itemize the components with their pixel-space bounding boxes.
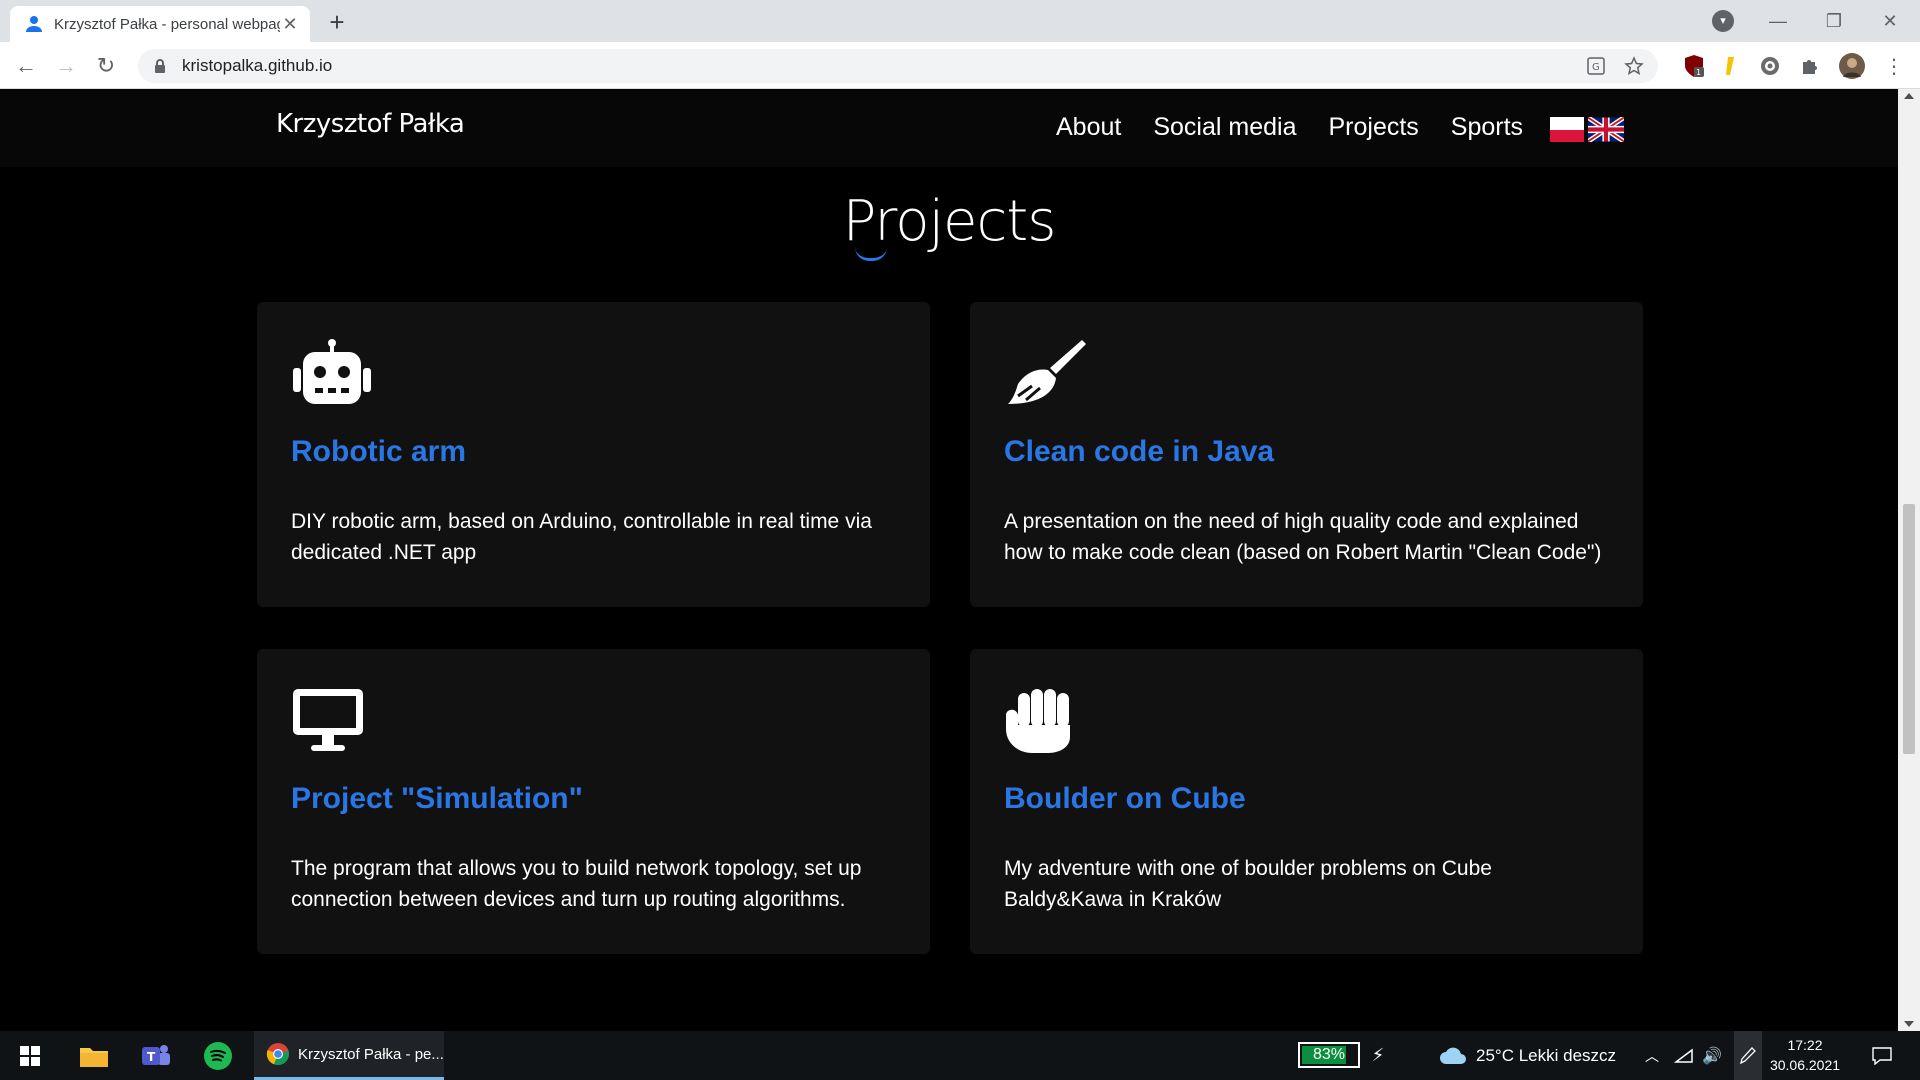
browser-menu-icon[interactable]: ⋮ [1880, 52, 1908, 80]
project-title[interactable]: Project "Simulation" [291, 782, 583, 816]
site-brand[interactable]: Krzysztof Pałka [276, 109, 465, 139]
scroll-up-icon[interactable] [1904, 93, 1914, 99]
reload-icon[interactable]: ↻ [90, 50, 122, 82]
windows-taskbar: T Krzysztof Pałka - pe... 83% ⚡ 25°C Lek… [0, 1031, 1920, 1080]
nav-link-projects[interactable]: Projects [1328, 113, 1418, 142]
fist-icon [1006, 689, 1070, 753]
close-window-icon[interactable]: ✕ [1862, 0, 1918, 42]
weather-cloud-icon[interactable] [1436, 1031, 1470, 1080]
clock-time: 17:22 [1787, 1037, 1823, 1053]
browser-tab-strip: Krzysztof Pałka - personal webpage ✕ + ▾… [0, 0, 1920, 42]
network-icon[interactable] [1672, 1031, 1696, 1080]
uk-flag-icon[interactable] [1588, 117, 1624, 142]
battery-percentage: 83% [1312, 1046, 1346, 1063]
file-explorer-icon[interactable] [72, 1031, 116, 1080]
project-title[interactable]: Boulder on Cube [1004, 782, 1246, 816]
back-icon[interactable]: ← [10, 50, 42, 82]
site-navbar: Krzysztof Pałka About Social media Proje… [0, 89, 1898, 167]
svg-text:1: 1 [1696, 68, 1701, 77]
forward-icon[interactable]: → [50, 50, 82, 82]
person-icon [24, 14, 44, 34]
tab-title: Krzysztof Pałka - personal webpage [54, 15, 280, 33]
project-card-simulation[interactable]: Project "Simulation" The program that al… [257, 649, 930, 954]
project-description: The program that allows you to build net… [291, 857, 862, 911]
page-viewport: Krzysztof Pałka About Social media Proje… [0, 89, 1898, 1031]
project-card-boulder[interactable]: Boulder on Cube My adventure with one of… [970, 649, 1643, 954]
svg-text:G: G [1592, 62, 1600, 73]
project-card-robotic-arm[interactable]: Robotic arm DIY robotic arm, based on Ar… [257, 302, 930, 607]
page-scrollbar[interactable] [1898, 89, 1920, 1031]
taskbar-chrome-window[interactable]: Krzysztof Pałka - pe... [254, 1031, 444, 1080]
title-underline-decoration [855, 247, 887, 261]
battery-indicator[interactable]: 83% [1298, 1042, 1360, 1068]
windows-start-icon[interactable] [10, 1031, 50, 1080]
project-title[interactable]: Clean code in Java [1004, 435, 1274, 469]
translate-icon[interactable]: G [1586, 56, 1606, 76]
profile-avatar[interactable] [1838, 52, 1866, 80]
section-title: Projects [842, 189, 1057, 254]
browser-tab[interactable]: Krzysztof Pałka - personal webpage ✕ [10, 6, 310, 42]
notifications-icon[interactable] [1864, 1031, 1900, 1080]
restore-icon[interactable]: ❐ [1806, 0, 1862, 42]
url-text: kristopalka.github.io [182, 56, 333, 75]
clock-date: 30.06.2021 [1769, 1057, 1841, 1073]
nav-links: About Social media Projects Sports [1056, 113, 1523, 142]
minimize-icon[interactable]: — [1750, 0, 1806, 42]
broom-icon [1008, 340, 1086, 404]
project-title[interactable]: Robotic arm [291, 435, 466, 469]
browser-toolbar: ← → ↻ kristopalka.github.io G 1 ⋮ [0, 42, 1920, 89]
nav-link-sports[interactable]: Sports [1451, 113, 1523, 142]
project-description: A presentation on the need of high quali… [1004, 510, 1602, 564]
taskbar-clock[interactable]: 17:22 30.06.2021 [1760, 1035, 1850, 1075]
ublock-extension-icon[interactable]: 1 [1680, 52, 1708, 80]
polish-flag-icon[interactable] [1550, 117, 1584, 142]
volume-icon[interactable]: 🔊 [1700, 1031, 1724, 1080]
new-tab-button[interactable]: + [322, 8, 352, 38]
lock-icon [155, 59, 165, 73]
extensions-puzzle-icon[interactable] [1796, 52, 1824, 80]
bookmark-star-icon[interactable] [1624, 56, 1644, 76]
scrollbar-thumb[interactable] [1903, 504, 1915, 754]
spotify-icon[interactable] [196, 1031, 240, 1080]
yellow-extension-icon[interactable] [1716, 52, 1744, 80]
nav-link-about[interactable]: About [1056, 113, 1121, 142]
tab-close-icon[interactable]: ✕ [280, 14, 300, 34]
address-bar[interactable]: kristopalka.github.io G [138, 49, 1658, 83]
project-description: DIY robotic arm, based on Arduino, contr… [291, 510, 872, 564]
tab-search-icon[interactable]: ▾ [1712, 10, 1734, 32]
nav-link-social-media[interactable]: Social media [1153, 113, 1296, 142]
teams-icon[interactable]: T [134, 1031, 178, 1080]
power-plug-icon: ⚡ [1371, 1045, 1385, 1065]
chrome-icon [266, 1043, 289, 1066]
globe-extension-icon[interactable] [1756, 52, 1784, 80]
weather-text[interactable]: 25°C Lekki deszcz [1476, 1031, 1626, 1080]
svg-text:T: T [147, 1050, 156, 1064]
pen-workspace-icon[interactable] [1734, 1031, 1762, 1080]
project-card-clean-code[interactable]: Clean code in Java A presentation on the… [970, 302, 1643, 607]
project-description: My adventure with one of boulder problem… [1004, 857, 1492, 911]
chevron-up-icon[interactable]: ︿ [1640, 1031, 1664, 1080]
robot-icon [293, 339, 371, 404]
monitor-icon [293, 689, 363, 751]
taskbar-window-label: Krzysztof Pałka - pe... [298, 1045, 444, 1063]
scroll-down-icon[interactable] [1904, 1021, 1914, 1027]
